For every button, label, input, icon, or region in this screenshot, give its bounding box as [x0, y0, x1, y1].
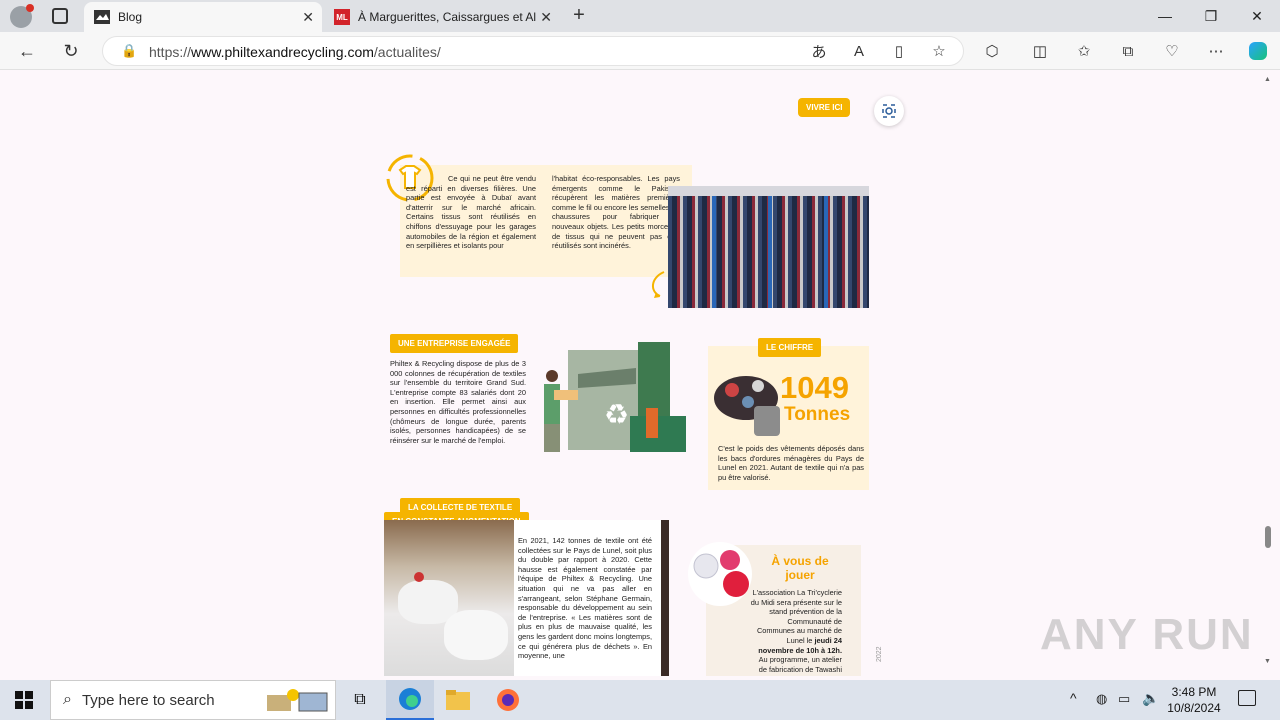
intro-column-1: Ce qui ne peut être vendu est réparti en…	[406, 174, 536, 251]
section-badge: VIVRE ICI	[798, 98, 851, 117]
chiffre-badge: LE CHIFFRE	[758, 338, 822, 357]
visual-search-icon[interactable]	[874, 96, 904, 126]
blog-favicon-icon	[94, 9, 110, 25]
show-hidden-icons-chevron[interactable]: ^	[1070, 690, 1077, 706]
profile-icon[interactable]	[10, 4, 34, 28]
close-window-button[interactable]: ✕	[1234, 0, 1280, 32]
tab-title: Blog	[118, 10, 143, 24]
favorite-star-icon[interactable]: ☆	[925, 37, 953, 65]
settings-more-icon[interactable]: ⋯	[1202, 37, 1230, 65]
tab-title: À Marguerittes, Caissargues et Al	[358, 10, 537, 24]
taskbar: ⌕ Type here to search ⧉ ^ ◍ ▭ 🔈 3:48 PM …	[0, 680, 1280, 720]
lock-icon[interactable]: 🔒	[121, 43, 137, 59]
split-screen-icon[interactable]: ◫	[1026, 37, 1054, 65]
close-tab-icon[interactable]: ✕	[302, 9, 314, 26]
minimize-button[interactable]: —	[1142, 0, 1188, 32]
scrollbar-thumb[interactable]	[1265, 526, 1271, 548]
search-highlight-icon	[263, 687, 329, 715]
recycling-bin-illustration: ♻	[538, 338, 688, 458]
favorites-icon[interactable]: ✩	[1070, 37, 1098, 65]
scroll-up-arrow[interactable]: ▲	[1264, 76, 1271, 83]
browser-essentials-icon[interactable]: ♡	[1158, 37, 1186, 65]
tab-actions-icon[interactable]	[52, 8, 68, 24]
jouer-title: À vous de jouer	[771, 554, 829, 582]
clock-time: 3:48 PM	[1171, 685, 1217, 699]
address-bar-row: ← ↻ 🔒 https://www.philtexandrecycling.co…	[0, 32, 1280, 70]
immersive-reader-icon[interactable]: ▯	[885, 37, 913, 65]
collecte-text: En 2021, 142 tonnes de textile ont été c…	[518, 536, 652, 661]
extensions-icon[interactable]: ⬡	[978, 37, 1006, 65]
firefox-taskbar-icon[interactable]	[484, 680, 532, 720]
volume-icon[interactable]: 🔈	[1142, 690, 1159, 707]
tab-bar: Blog ✕ ML À Marguerittes, Caissargues et…	[0, 0, 1280, 32]
restore-button[interactable]: ❐	[1188, 0, 1234, 32]
new-tab-button[interactable]: +	[566, 4, 592, 28]
copilot-icon[interactable]	[1244, 37, 1272, 65]
clock-date: 10/8/2024	[1167, 701, 1221, 715]
svg-text:♻: ♻	[604, 398, 629, 431]
network-icon[interactable]: ▭	[1118, 691, 1130, 707]
chiffre-unit: Tonnes	[784, 404, 851, 425]
read-aloud-icon[interactable]: A	[845, 37, 873, 65]
textile-bales-photo	[668, 186, 869, 308]
notifications-icon[interactable]	[1238, 690, 1256, 706]
refresh-button[interactable]: ↻	[56, 36, 86, 66]
page-viewport[interactable]: VIVRE ICI Ce qui ne peut être vendu est …	[4, 70, 1260, 676]
url-text: https://www.philtexandrecycling.com/actu…	[149, 44, 441, 60]
clothes-pile-illustration	[712, 368, 782, 440]
intro-column-2: l'habitat éco-responsables. Les pays éme…	[552, 174, 680, 251]
arrow-icon	[648, 270, 668, 300]
scroll-down-arrow[interactable]: ▼	[1264, 658, 1271, 665]
tawashi-illustration	[684, 540, 760, 610]
page-scrollbar[interactable]: ▲ ▼	[1262, 70, 1274, 676]
anyrun-watermark: ANY RUN	[1040, 610, 1254, 659]
search-placeholder: Type here to search	[81, 691, 215, 709]
chiffre-number: 1049	[780, 370, 849, 405]
tab-blog[interactable]: Blog ✕	[84, 2, 322, 32]
tab-midi-libre[interactable]: ML À Marguerittes, Caissargues et Al ✕	[324, 2, 560, 32]
system-clock[interactable]: 3:48 PM 10/8/2024	[1166, 684, 1222, 716]
magazine-page: VIVRE ICI Ce qui ne peut être vendu est …	[380, 70, 904, 676]
side-year-text: 2022	[876, 646, 883, 662]
chiffre-text: C'est le poids des vêtements déposés dan…	[718, 444, 864, 482]
file-explorer-taskbar-icon[interactable]	[434, 680, 482, 720]
textile-bags-photo	[384, 520, 514, 676]
entreprise-badge: UNE ENTREPRISE ENGAGÉE	[390, 334, 519, 353]
start-button[interactable]	[0, 680, 48, 720]
midi-libre-favicon-icon: ML	[334, 9, 350, 25]
task-view-button[interactable]: ⧉	[336, 680, 384, 720]
url-bar[interactable]: 🔒 https://www.philtexandrecycling.com/ac…	[102, 36, 964, 66]
jouer-text: L'association La Tri'cyclerie du Midi se…	[750, 588, 842, 674]
collections-icon[interactable]: ⧉	[1114, 37, 1142, 65]
meet-now-icon[interactable]: ◍	[1096, 691, 1107, 707]
taskbar-search-box[interactable]: ⌕ Type here to search	[50, 680, 336, 720]
entreprise-text: Philtex & Recycling dispose de plus de 3…	[390, 359, 526, 445]
edge-taskbar-icon[interactable]	[386, 680, 434, 720]
close-tab-icon[interactable]: ✕	[540, 9, 552, 26]
search-icon: ⌕	[63, 691, 72, 708]
translate-icon[interactable]: あ	[805, 37, 833, 65]
back-button[interactable]: ←	[12, 36, 42, 66]
